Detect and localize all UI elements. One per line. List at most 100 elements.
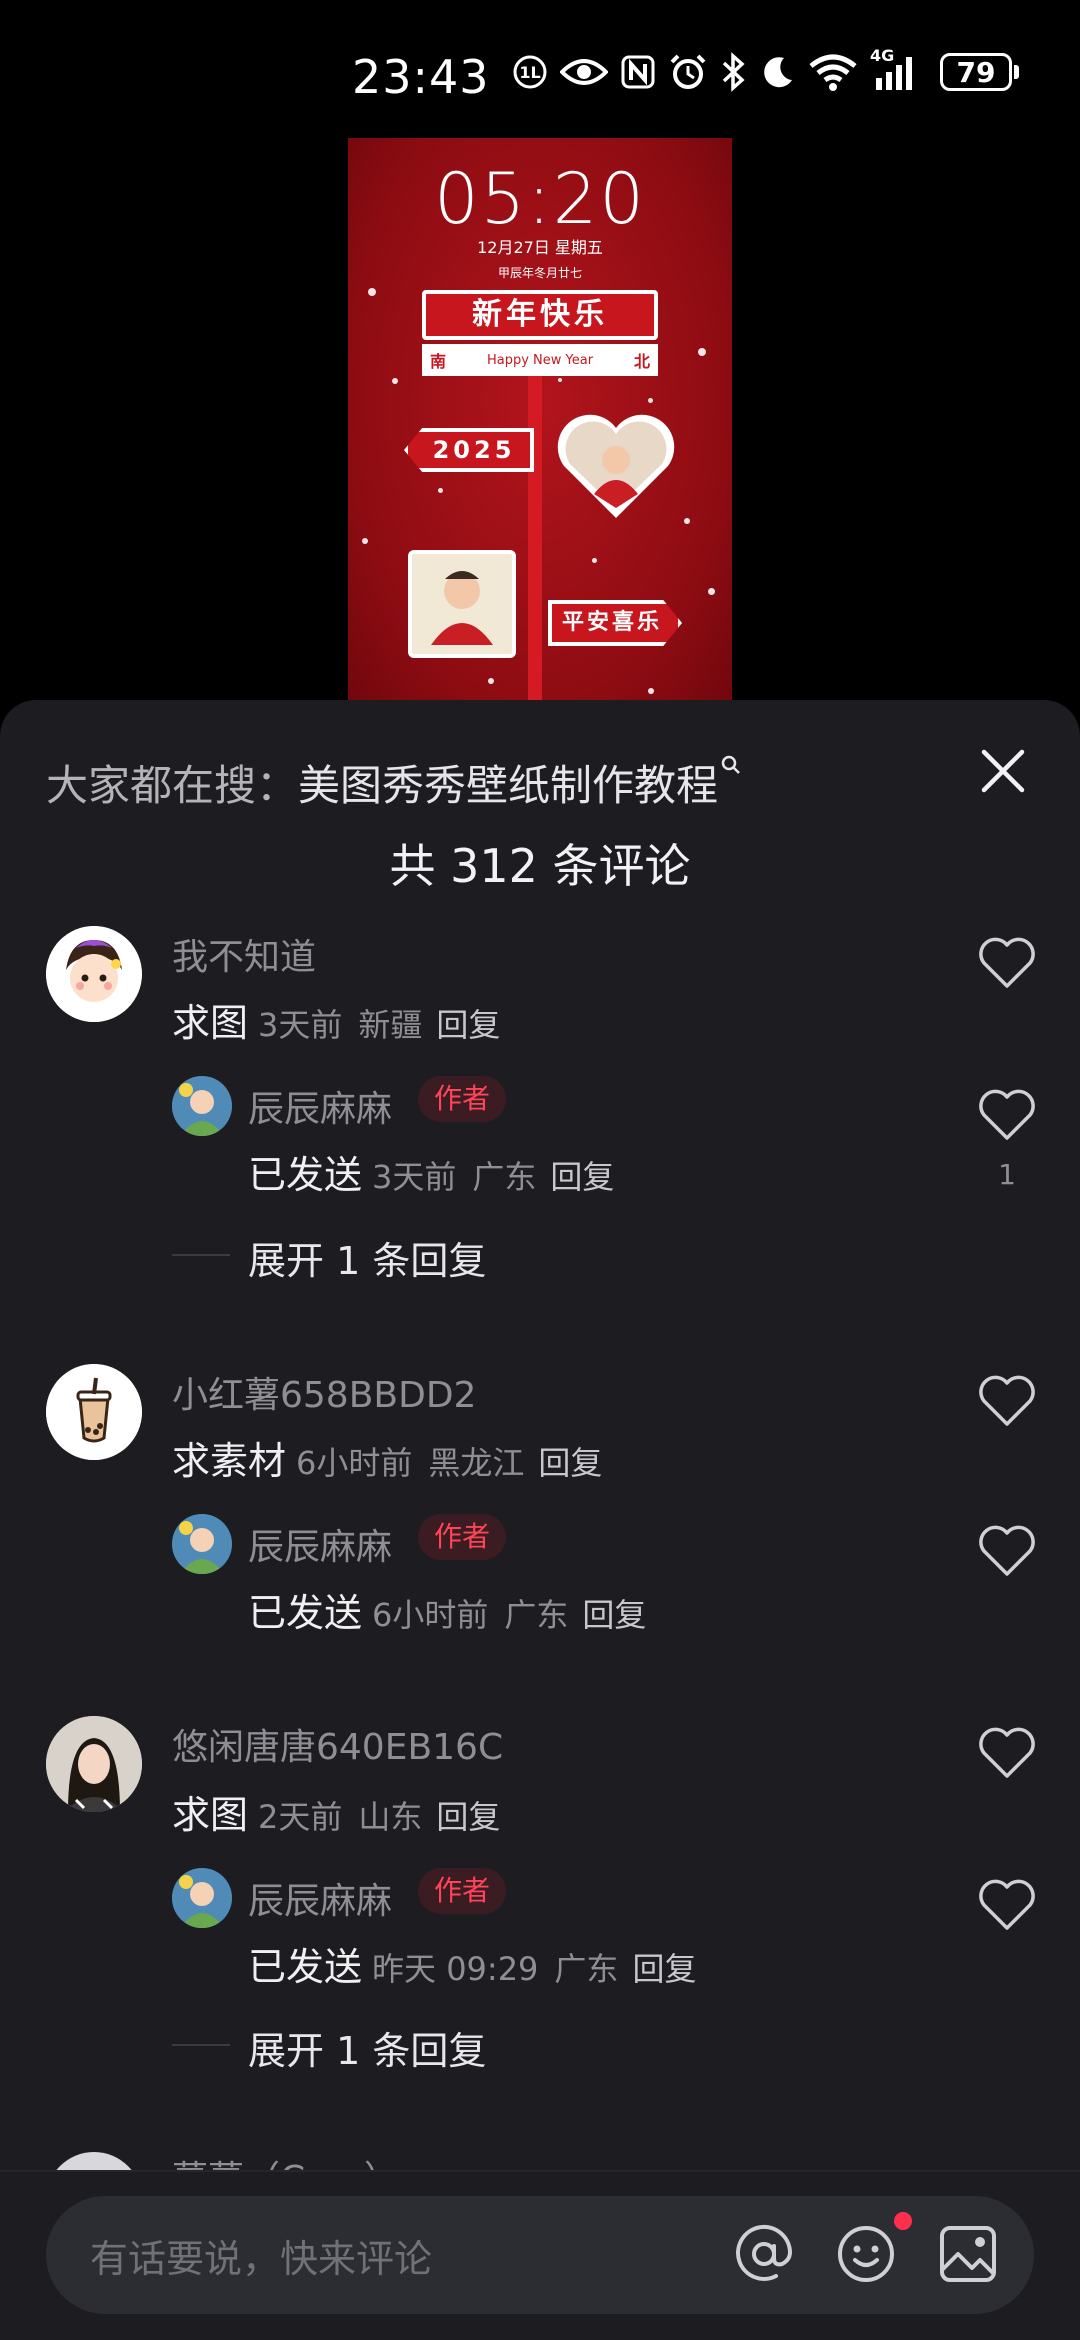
reply-location: 广东 [472,1158,537,1196]
reply-username[interactable]: 辰辰麻麻 [248,1080,392,1132]
heart-icon[interactable] [978,1524,1036,1578]
comment-location: 黑龙江 [428,1444,525,1482]
reply-button[interactable]: 回复 [582,1590,646,1636]
preview-lunar-date: 甲辰年冬月廿七 [497,266,582,280]
status-time: 23:43 [352,50,490,104]
signpost-pole [528,376,542,718]
heart-icon[interactable] [978,1726,1036,1780]
reply-avatar[interactable] [172,1514,232,1574]
wifi-icon [809,54,857,91]
heart-icon[interactable] [978,936,1036,990]
svg-text:1L: 1L [519,63,540,82]
sign-subtitle: Happy New Year [486,352,594,368]
reply-button[interactable]: 回复 [550,1152,614,1198]
bluetooth-icon [722,52,745,92]
avatar[interactable] [46,1364,142,1460]
comment-text: 求图 [172,1001,249,1045]
avatar[interactable] [46,926,142,1022]
wallpaper-preview[interactable]: 05:20 12月27日 星期五 甲辰年冬月廿七 新年快乐 南 Happy Ne… [348,138,732,718]
reply-time: 3天前 [372,1158,457,1196]
close-icon[interactable] [976,744,1030,798]
comment-body[interactable]: 求图 3天前 新疆 回复 [172,992,500,1047]
heart-icon[interactable] [978,1374,1036,1428]
alarm-icon [670,54,706,89]
search-prefix: 大家都在搜： [46,761,299,810]
comment-location: 山东 [358,1798,423,1836]
like-count: 1 [998,1158,1016,1191]
status-bar: 23:43 1L 4G 79 [0,0,1080,140]
comment-time: 2天前 [258,1798,343,1836]
image-icon[interactable] [936,2222,1000,2286]
at-icon[interactable] [732,2222,796,2286]
screen: 23:43 1L 4G 79 05:20 12月27日 星期五 甲辰年冬月廿七 … [0,0,1080,2340]
sign-peace: 平安喜乐 [548,600,682,646]
reply-body[interactable]: 已发送 3天前 广东 回复 [248,1144,614,1199]
reply-username[interactable]: 辰辰麻麻 [248,1872,392,1924]
heart-icon[interactable] [978,1088,1036,1142]
search-keyword[interactable]: 美图秀秀壁纸制作教程 [298,752,718,813]
emoji-notification-dot [894,2212,912,2230]
expand-replies-button[interactable]: 展开 1 条回复 [248,2020,486,2075]
comment-input-placeholder: 有话要说，快来评论 [90,2236,433,2281]
reply-text: 已发送 [248,1153,363,1197]
search-suggestion[interactable]: 大家都在搜： 美图秀秀壁纸制作教程 [46,752,742,813]
comment-text: 求素材 [172,1439,287,1483]
comment-username[interactable]: 我不知道 [172,928,316,980]
emoji-icon[interactable] [834,2222,898,2286]
expand-divider [172,2044,230,2046]
reply-button[interactable]: 回复 [632,1944,696,1990]
status-icons: 1L 4G 79 [512,46,1019,92]
comment-count-title: 共 312 条评论 [389,839,691,893]
comment-username[interactable]: 小红薯658BBDD2 [172,1366,476,1418]
reply-text: 已发送 [248,1591,363,1635]
comment-text: 求图 [172,1793,249,1837]
reply-username[interactable]: 辰辰麻麻 [248,1518,392,1570]
avatar[interactable] [46,1716,142,1812]
reply-text: 已发送 [248,1945,363,1989]
reply-location: 广东 [554,1950,619,1988]
preview-date: 12月27日 星期五 [477,238,603,257]
reply-time: 昨天 09:29 [372,1950,539,1988]
reply-time: 6小时前 [372,1596,489,1634]
author-badge: 作者 [418,1868,507,1914]
cellular-signal-icon: 4G [870,46,922,92]
reply-button[interactable]: 回复 [436,1792,500,1838]
comment-body[interactable]: 求图 2天前 山东 回复 [172,1784,500,1839]
author-badge: 作者 [418,1076,507,1122]
reply-button[interactable]: 回复 [436,1000,500,1046]
heart-photo-frame [557,414,675,518]
reply-meta: 6小时前 广东 [372,1590,568,1636]
comment-body[interactable]: 求素材 6小时前 黑龙江 回复 [172,1430,602,1485]
reply-body[interactable]: 已发送 昨天 09:29 广东 回复 [248,1936,696,1991]
comment-meta: 2天前 山东 [258,1792,422,1838]
reply-meta: 3天前 广东 [372,1152,536,1198]
eye-icon [560,59,608,85]
comment-meta: 3天前 新疆 [258,1000,422,1046]
reply-body[interactable]: 已发送 6小时前 广东 回复 [248,1582,646,1637]
search-icon [721,755,740,774]
battery-icon: 79 [940,53,1019,91]
sign-direction-bar: 南 Happy New Year 北 [422,344,658,376]
sign-left-label: 南 [430,352,447,371]
reply-avatar[interactable] [172,1076,232,1136]
reply-avatar[interactable] [172,1868,232,1928]
nfc-icon: 1L [513,55,547,89]
expand-divider [172,1254,230,1256]
moon-icon [764,57,792,88]
square-photo-frame [408,550,516,658]
comment-time: 6小时前 [296,1444,413,1482]
comment-location: 新疆 [358,1006,423,1044]
heart-icon[interactable] [978,1878,1036,1932]
nfc-n-icon [621,55,655,89]
reply-location: 广东 [504,1596,569,1634]
comment-meta: 6小时前 黑龙江 [296,1438,524,1484]
battery-level: 79 [956,55,996,89]
reply-meta: 昨天 09:29 广东 [372,1944,618,1990]
reply-button[interactable]: 回复 [538,1438,602,1484]
sign-right-label: 北 [633,352,650,371]
author-badge: 作者 [418,1514,507,1560]
preview-clock: 05:20 [434,158,646,240]
comment-username[interactable]: 悠闲唐唐640EB16C [172,1718,503,1770]
expand-replies-button[interactable]: 展开 1 条回复 [248,1230,486,1285]
comment-sheet: 大家都在搜： 美图秀秀壁纸制作教程 共 312 条评论 [0,700,1080,2340]
